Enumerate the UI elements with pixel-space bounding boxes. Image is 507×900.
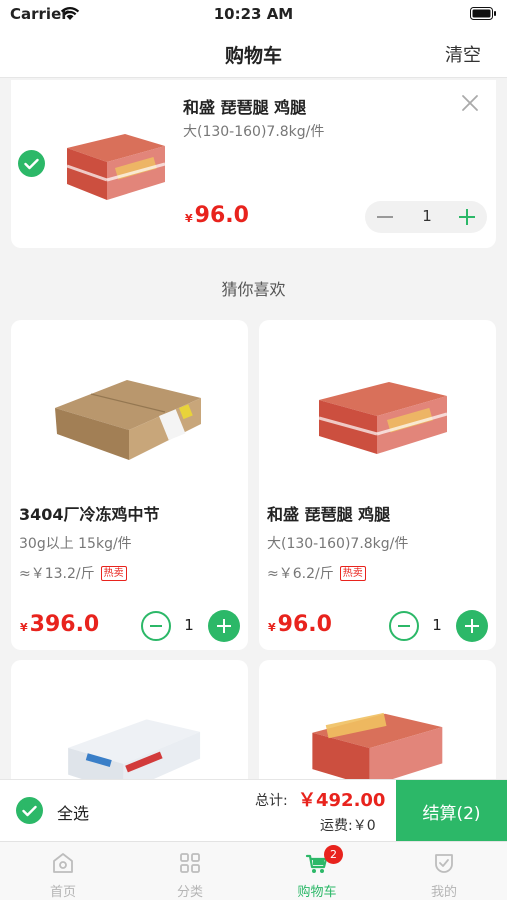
product-ref-price: ≈￥13.2/斤 热卖 bbox=[19, 563, 127, 583]
tab-cart[interactable]: 2 购物车 bbox=[254, 842, 380, 900]
product-card[interactable]: 和盛 琵琶腿 鸡腿 大(130-160)7.8kg/件 ≈￥6.2/斤 热卖 ¥9… bbox=[259, 320, 496, 650]
tab-label: 首页 bbox=[49, 885, 76, 900]
status-time: 10:23 AM bbox=[213, 5, 294, 23]
product-ref-price: ≈￥6.2/斤 热卖 bbox=[267, 563, 366, 583]
plus-icon[interactable] bbox=[466, 209, 468, 225]
increase-button[interactable] bbox=[208, 610, 240, 642]
tab-home[interactable]: 首页 bbox=[0, 842, 126, 900]
total-value: ￥492.00 bbox=[298, 790, 386, 811]
tab-label: 购物车 bbox=[297, 885, 337, 900]
select-all-label[interactable]: 全选 bbox=[57, 800, 89, 824]
product-card[interactable] bbox=[259, 660, 496, 790]
checkout-bar: 全选 总计: ￥492.00 运费:￥0 结算(2) bbox=[0, 779, 507, 842]
product-spec: 30g以上 15kg/件 bbox=[19, 536, 132, 552]
item-check-icon[interactable] bbox=[18, 150, 45, 177]
product-name: 3404厂冷冻鸡中节 bbox=[19, 505, 160, 524]
product-price: ¥396.0 bbox=[20, 612, 100, 637]
quantity-stepper: 1 bbox=[365, 201, 487, 233]
product-quantity[interactable]: 1 bbox=[427, 616, 447, 634]
tab-profile[interactable]: 我的 bbox=[381, 842, 507, 900]
product-spec: 大(130-160)7.8kg/件 bbox=[267, 536, 409, 552]
product-price: ¥96.0 bbox=[268, 612, 332, 637]
close-icon[interactable] bbox=[461, 94, 479, 112]
product-image bbox=[66, 134, 166, 200]
tab-bar: 首页 分类 2 购物车 我的 bbox=[0, 841, 507, 900]
hot-badge: 热卖 bbox=[339, 566, 366, 581]
status-bar: Carrier 10:23 AM bbox=[0, 0, 507, 28]
battery-icon bbox=[470, 7, 496, 20]
product-image bbox=[55, 380, 201, 460]
item-quantity[interactable]: 1 bbox=[413, 207, 441, 225]
increase-button[interactable] bbox=[456, 610, 488, 642]
product-quantity[interactable]: 1 bbox=[179, 616, 199, 634]
profile-icon bbox=[435, 854, 453, 873]
tab-label: 分类 bbox=[176, 885, 203, 900]
recommend-title: 猜你喜欢 bbox=[221, 280, 286, 299]
checkout-button[interactable]: 结算(2) bbox=[396, 780, 507, 842]
shipping-fee: 运费:￥0 bbox=[320, 818, 376, 834]
decrease-button[interactable] bbox=[389, 611, 419, 641]
item-spec: 大(130-160)7.8kg/件 bbox=[183, 124, 325, 140]
tab-label: 我的 bbox=[430, 885, 457, 900]
cart-item: 和盛 琵琶腿 鸡腿 大(130-160)7.8kg/件 ¥96.0 1 bbox=[11, 80, 496, 248]
page-title: 购物车 bbox=[224, 45, 282, 67]
total-label: 总计: bbox=[255, 793, 288, 809]
product-name: 和盛 琵琶腿 鸡腿 bbox=[267, 505, 391, 524]
nav-bar: 购物车 清空 bbox=[0, 28, 507, 78]
cart-count-badge: 2 bbox=[324, 845, 343, 864]
item-name: 和盛 琵琶腿 鸡腿 bbox=[183, 98, 307, 117]
hot-badge: 热卖 bbox=[100, 566, 127, 581]
clear-cart-button[interactable]: 清空 bbox=[445, 41, 481, 67]
grid-icon bbox=[180, 853, 200, 873]
home-icon bbox=[53, 853, 73, 873]
decrease-button[interactable] bbox=[141, 611, 171, 641]
select-all-check-icon[interactable] bbox=[16, 797, 43, 824]
product-card[interactable]: 3404厂冷冻鸡中节 30g以上 15kg/件 ≈￥13.2/斤 热卖 ¥396.… bbox=[11, 320, 248, 650]
product-image bbox=[318, 382, 448, 454]
product-card[interactable] bbox=[11, 660, 248, 790]
decrease-button[interactable] bbox=[377, 216, 393, 218]
product-image bbox=[312, 712, 443, 787]
tab-category[interactable]: 分类 bbox=[127, 842, 253, 900]
item-price: ¥96.0 bbox=[185, 203, 249, 228]
